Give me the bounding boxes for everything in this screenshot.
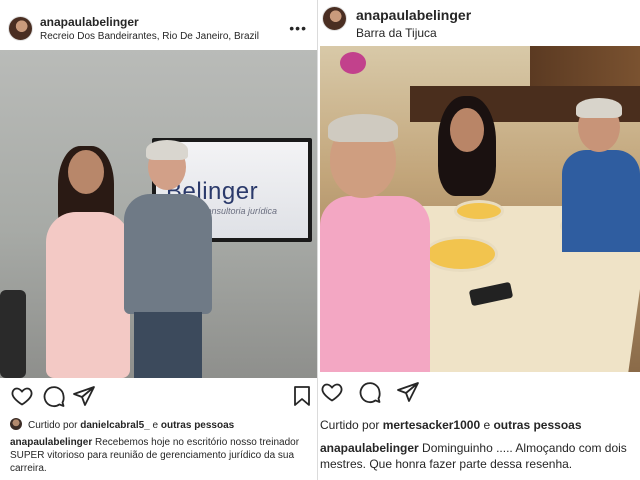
comment-icon[interactable] — [42, 384, 66, 408]
likes-prefix: Curtido por — [320, 418, 383, 432]
post-caption: anapaulabelinger Dominguinho ..... Almoç… — [320, 440, 640, 472]
food-plate — [424, 236, 498, 272]
person-woman — [426, 96, 506, 216]
likes-others[interactable]: outras pessoas — [161, 420, 234, 431]
post-actions — [320, 380, 640, 410]
post-header: anapaulabelinger Barra da Tijuca — [320, 0, 640, 50]
post-username[interactable]: anapaulabelinger — [356, 7, 471, 23]
caption-username[interactable]: anapaulabelinger — [10, 437, 92, 448]
post-left: anapaulabelinger Recreio Dos Bandeirante… — [0, 0, 318, 480]
caption-username[interactable]: anapaulabelinger — [320, 441, 419, 455]
post-right: anapaulabelinger Barra da Tijuca Curtido… — [320, 0, 640, 480]
post-actions — [0, 384, 317, 414]
person-man — [120, 140, 216, 378]
post-username[interactable]: anapaulabelinger — [40, 15, 139, 29]
likes-others[interactable]: outras pessoas — [493, 418, 581, 432]
liker-username[interactable]: mertesacker1000 — [383, 418, 480, 432]
likes-line: Curtido por mertesacker1000 e outras pes… — [320, 418, 582, 432]
post-photo[interactable]: Belinger consultoria jurídica — [0, 50, 317, 378]
office-chair — [0, 290, 26, 378]
profile-avatar[interactable] — [8, 16, 33, 41]
liker-username[interactable]: danielcabral5_ — [80, 420, 149, 431]
more-dots-icon[interactable]: ••• — [289, 20, 307, 36]
bookmark-icon[interactable] — [290, 384, 314, 408]
post-location[interactable]: Barra da Tijuca — [356, 26, 437, 40]
profile-avatar[interactable] — [322, 6, 347, 31]
post-header: anapaulabelinger Recreio Dos Bandeirante… — [0, 0, 317, 50]
likes-line: Curtido por danielcabral5_ e outras pess… — [10, 418, 234, 431]
person-man-left — [320, 106, 430, 372]
likes-joiner: e — [149, 420, 161, 431]
post-location[interactable]: Recreio Dos Bandeirantes, Rio De Janeiro… — [40, 31, 259, 42]
post-photo[interactable] — [320, 46, 640, 372]
paper-plane-icon[interactable] — [396, 380, 420, 404]
likes-joiner: e — [480, 418, 494, 432]
post-caption: anapaulabelinger Recebemos hoje no escri… — [10, 436, 310, 475]
heart-icon[interactable] — [10, 384, 34, 408]
heart-icon[interactable] — [320, 380, 344, 404]
orchid-flower — [340, 52, 366, 74]
liker-avatar[interactable] — [10, 418, 22, 430]
comment-icon[interactable] — [358, 380, 382, 404]
paper-plane-icon[interactable] — [72, 384, 96, 408]
person-man-right — [556, 98, 640, 252]
likes-prefix: Curtido por — [28, 420, 81, 431]
